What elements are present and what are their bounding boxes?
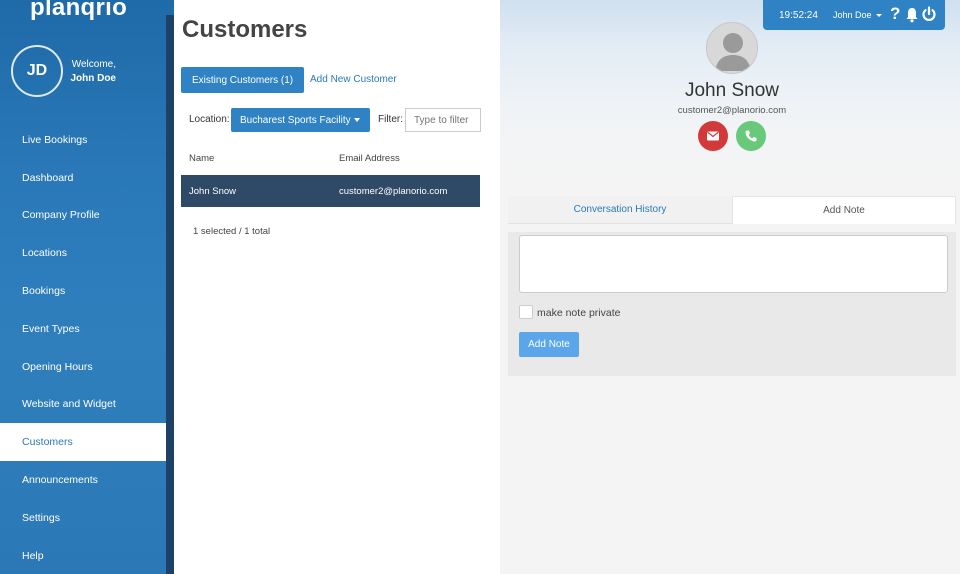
phone-icon: [745, 130, 757, 142]
filter-input[interactable]: [405, 108, 481, 132]
page-title: Customers: [182, 16, 308, 43]
top-bar: 19:52:24 John Doe ?: [763, 0, 945, 30]
customers-panel: Customers Existing Customers (1) Add New…: [174, 0, 500, 574]
customer-detail-panel: 19:52:24 John Doe ? John Snow customer2@…: [500, 0, 960, 574]
tab-add-note[interactable]: Add Note: [732, 196, 956, 224]
caret-down-icon: [354, 118, 360, 122]
selection-status: 1 selected / 1 total: [193, 226, 271, 237]
customer-email: customer2@planorio.com: [677, 105, 787, 116]
sidebar-item-help[interactable]: Help: [0, 537, 166, 574]
sidebar-item-live-bookings[interactable]: Live Bookings: [0, 121, 166, 159]
location-select-value: Bucharest Sports Facility: [240, 114, 351, 126]
avatar: JD: [11, 45, 63, 97]
question-icon[interactable]: ?: [890, 4, 900, 24]
tab-add-new-customer[interactable]: Add New Customer: [310, 74, 397, 85]
sidebar-scrollbar[interactable]: [166, 15, 174, 574]
welcome-user-name: John Doe: [70, 73, 116, 84]
clock: 19:52:24: [779, 10, 818, 21]
bell-icon[interactable]: [905, 7, 919, 23]
tab-existing-customers[interactable]: Existing Customers (1): [181, 67, 305, 93]
tab-conversation-history[interactable]: Conversation History: [508, 196, 732, 224]
sidebar-item-locations[interactable]: Locations: [0, 234, 166, 272]
welcome-block: Welcome, John Doe: [60, 58, 116, 86]
filter-label: Filter:: [378, 114, 403, 125]
envelope-icon: [707, 131, 719, 141]
sidebar-item-event-types[interactable]: Event Types: [0, 310, 166, 348]
sidebar-item-bookings[interactable]: Bookings: [0, 272, 166, 310]
welcome-text: Welcome,: [71, 59, 116, 70]
sidebar-item-website-widget[interactable]: Website and Widget: [0, 386, 166, 424]
add-note-form: make note private Add Note: [508, 232, 956, 376]
add-note-button[interactable]: Add Note: [519, 332, 579, 357]
sidebar: planqrio JD Welcome, John Doe Live Booki…: [0, 0, 174, 574]
user-menu[interactable]: John Doe: [833, 10, 882, 20]
sidebar-item-opening-hours[interactable]: Opening Hours: [0, 348, 166, 386]
private-checkbox-label[interactable]: make note private: [537, 307, 620, 319]
logo: planqrio: [30, 0, 128, 21]
call-button[interactable]: [736, 121, 766, 151]
row-name: John Snow: [189, 186, 237, 197]
private-checkbox[interactable]: [519, 305, 533, 319]
sidebar-nav: Live Bookings Dashboard Company Profile …: [0, 121, 166, 574]
power-icon[interactable]: [921, 6, 937, 22]
table-row[interactable]: John Snow customer2@planorio.com: [181, 175, 480, 207]
sidebar-item-company-profile[interactable]: Company Profile: [0, 197, 166, 235]
customer-name: John Snow: [684, 80, 779, 101]
user-menu-name: John Doe: [833, 10, 872, 20]
row-email: customer2@planorio.com: [339, 186, 448, 197]
location-select[interactable]: Bucharest Sports Facility: [231, 108, 370, 132]
email-button[interactable]: [698, 121, 728, 151]
user-placeholder-icon: [706, 22, 758, 74]
column-header-name[interactable]: Name: [189, 153, 214, 164]
note-textarea[interactable]: [519, 235, 948, 293]
sidebar-item-settings[interactable]: Settings: [0, 499, 166, 537]
sidebar-item-customers[interactable]: Customers: [0, 423, 166, 462]
column-header-email[interactable]: Email Address: [339, 153, 400, 164]
sidebar-item-announcements[interactable]: Announcements: [0, 461, 166, 499]
caret-down-icon: [875, 14, 882, 18]
sidebar-item-dashboard[interactable]: Dashboard: [0, 159, 166, 197]
location-label: Location:: [189, 114, 230, 125]
